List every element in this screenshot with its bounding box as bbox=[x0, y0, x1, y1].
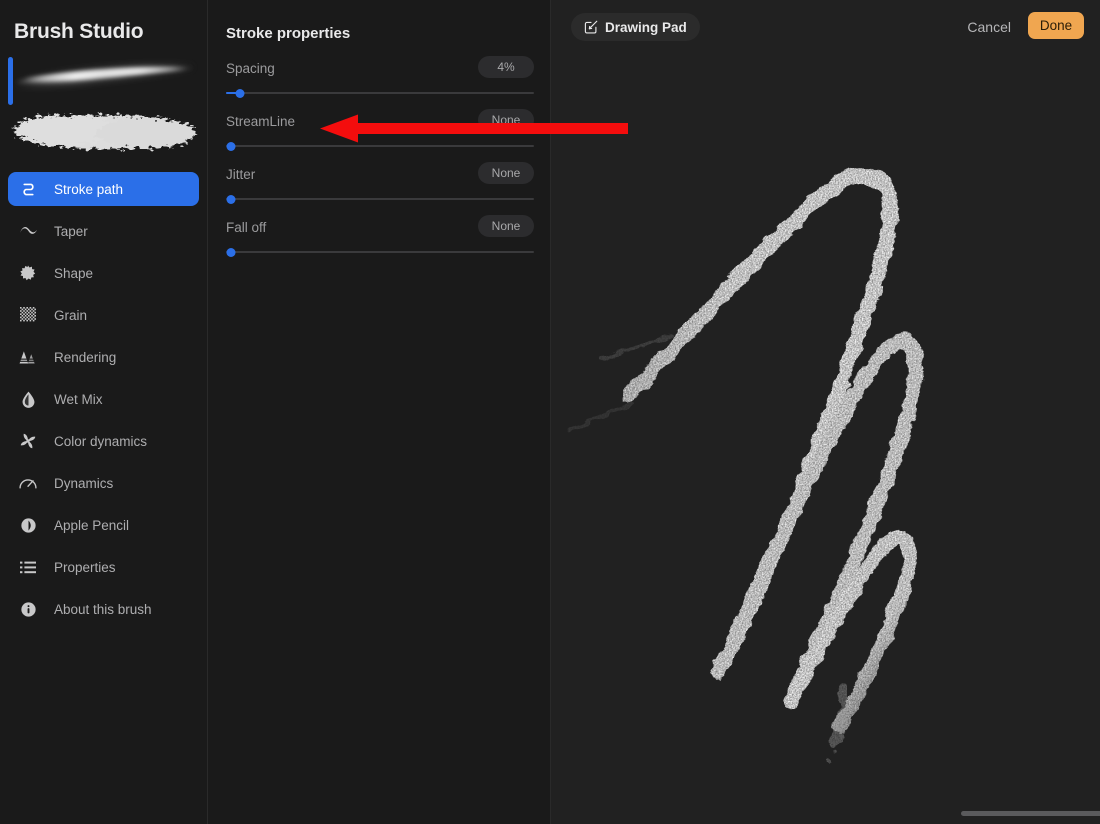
shape-icon bbox=[16, 263, 40, 283]
slider-track bbox=[226, 198, 534, 200]
wet-mix-droplet-icon bbox=[16, 389, 40, 409]
drawing-pad-label: Drawing Pad bbox=[605, 20, 687, 35]
sidebar-item-apple-pencil[interactable]: Apple Pencil bbox=[8, 508, 199, 542]
page-title: Brush Studio bbox=[14, 20, 143, 44]
slider-value-pill[interactable]: None bbox=[478, 162, 534, 184]
streamline-slider[interactable] bbox=[226, 139, 534, 153]
slider-row-spacing: Spacing 4% bbox=[226, 55, 534, 108]
sidebar-item-wet-mix[interactable]: Wet Mix bbox=[8, 382, 199, 416]
taper-icon bbox=[16, 221, 40, 241]
grain-icon bbox=[16, 305, 40, 325]
slider-thumb[interactable] bbox=[226, 248, 235, 257]
rendering-icon bbox=[16, 347, 40, 367]
slider-value-pill[interactable]: None bbox=[478, 215, 534, 237]
drawing-pad-button[interactable]: Drawing Pad bbox=[571, 13, 700, 41]
properties-list-icon bbox=[16, 557, 40, 577]
falloff-slider[interactable] bbox=[226, 245, 534, 259]
slider-track bbox=[226, 251, 534, 253]
sidebar-item-grain[interactable]: Grain bbox=[8, 298, 199, 332]
slider-rows: Spacing 4% StreamLine None Jitter None bbox=[226, 55, 534, 267]
home-indicator[interactable] bbox=[961, 811, 1100, 816]
cancel-button[interactable]: Cancel bbox=[967, 19, 1011, 35]
sidebar-item-rendering[interactable]: Rendering bbox=[8, 340, 199, 374]
sidebar-item-color-dynamics[interactable]: Color dynamics bbox=[8, 424, 199, 458]
slider-track bbox=[226, 145, 534, 147]
slider-label: StreamLine bbox=[226, 114, 295, 129]
slider-thumb[interactable] bbox=[226, 142, 235, 151]
sidebar-item-label: Taper bbox=[54, 224, 88, 239]
color-dynamics-icon bbox=[16, 431, 40, 451]
sidebar-item-properties[interactable]: Properties bbox=[8, 550, 199, 584]
sidebar-item-label: Dynamics bbox=[54, 476, 113, 491]
spacing-slider[interactable] bbox=[226, 86, 534, 100]
sidebar-item-label: Apple Pencil bbox=[54, 518, 129, 533]
slider-label: Fall off bbox=[226, 220, 266, 235]
sidebar-item-taper[interactable]: Taper bbox=[8, 214, 199, 248]
sidebar-item-label: Color dynamics bbox=[54, 434, 147, 449]
slider-label: Jitter bbox=[226, 167, 255, 182]
stroke-properties-panel: Stroke properties Spacing 4% StreamLine … bbox=[207, 0, 551, 824]
sidebar-item-label: Wet Mix bbox=[54, 392, 103, 407]
drawing-pad-area[interactable]: Drawing Pad Cancel Done bbox=[551, 0, 1100, 824]
slider-thumb[interactable] bbox=[235, 89, 244, 98]
slider-thumb[interactable] bbox=[226, 195, 235, 204]
textured-stroke-preview bbox=[4, 100, 204, 162]
sidebar-item-label: Shape bbox=[54, 266, 93, 281]
info-icon bbox=[16, 599, 40, 619]
dynamics-gauge-icon bbox=[16, 473, 40, 493]
apple-pencil-icon bbox=[16, 515, 40, 535]
stroke-path-icon bbox=[16, 179, 40, 199]
panel-title: Stroke properties bbox=[226, 25, 350, 42]
sidebar-item-shape[interactable]: Shape bbox=[8, 256, 199, 290]
sidebar-item-stroke-path[interactable]: Stroke path bbox=[8, 172, 199, 206]
sidebar-item-dynamics[interactable]: Dynamics bbox=[8, 466, 199, 500]
sidebar-item-about-this-brush[interactable]: About this brush bbox=[8, 592, 199, 626]
soft-stroke-preview bbox=[10, 54, 200, 102]
brush-previews bbox=[0, 52, 207, 167]
sidebar-nav: Stroke path Taper Shape bbox=[0, 172, 207, 626]
sidebar-item-label: Grain bbox=[54, 308, 87, 323]
brush-test-stroke bbox=[551, 0, 1100, 824]
slider-row-jitter: Jitter None bbox=[226, 161, 534, 214]
jitter-slider[interactable] bbox=[226, 192, 534, 206]
slider-track bbox=[226, 92, 534, 94]
sidebar-item-label: Stroke path bbox=[54, 182, 123, 197]
done-button[interactable]: Done bbox=[1028, 12, 1084, 39]
slider-row-falloff: Fall off None bbox=[226, 214, 534, 267]
slider-row-streamline: StreamLine None bbox=[226, 108, 534, 161]
brush-studio-window: Brush Studio bbox=[0, 0, 1100, 824]
sidebar-item-label: Rendering bbox=[54, 350, 116, 365]
slider-label: Spacing bbox=[226, 61, 275, 76]
sidebar-item-label: Properties bbox=[54, 560, 116, 575]
sidebar-item-label: About this brush bbox=[54, 602, 152, 617]
slider-value-pill[interactable]: 4% bbox=[478, 56, 534, 78]
sidebar: Brush Studio bbox=[0, 0, 207, 824]
compose-pencil-icon bbox=[584, 20, 598, 34]
slider-value-pill[interactable]: None bbox=[478, 109, 534, 131]
